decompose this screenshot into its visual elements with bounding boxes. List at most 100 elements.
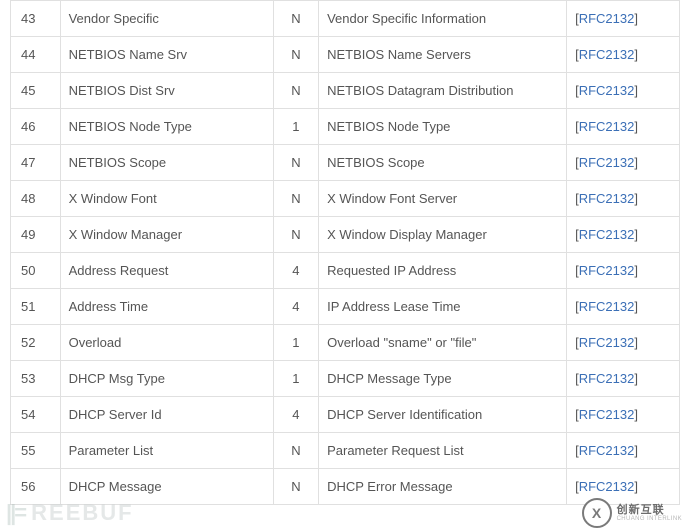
table-row: 49X Window ManagerNX Window Display Mana… <box>11 217 680 253</box>
option-name: DHCP Message <box>60 469 273 505</box>
option-length: N <box>273 145 318 181</box>
option-name: Address Time <box>60 289 273 325</box>
table-row: 55Parameter ListNParameter Request List[… <box>11 433 680 469</box>
option-code: 51 <box>11 289 61 325</box>
table-row: 53DHCP Msg Type1DHCP Message Type[RFC213… <box>11 361 680 397</box>
option-code: 54 <box>11 397 61 433</box>
option-reference: [RFC2132] <box>567 73 680 109</box>
table-row: 47NETBIOS ScopeNNETBIOS Scope[RFC2132] <box>11 145 680 181</box>
option-code: 47 <box>11 145 61 181</box>
option-length: N <box>273 469 318 505</box>
option-code: 43 <box>11 1 61 37</box>
table-row: 48X Window FontNX Window Font Server[RFC… <box>11 181 680 217</box>
option-name: Overload <box>60 325 273 361</box>
option-code: 48 <box>11 181 61 217</box>
option-reference: [RFC2132] <box>567 253 680 289</box>
option-length: N <box>273 217 318 253</box>
table-row: 51Address Time4IP Address Lease Time[RFC… <box>11 289 680 325</box>
option-code: 46 <box>11 109 61 145</box>
option-meaning: IP Address Lease Time <box>319 289 567 325</box>
option-meaning: Overload "sname" or "file" <box>319 325 567 361</box>
table-row: 43Vendor SpecificNVendor Specific Inform… <box>11 1 680 37</box>
option-reference: [RFC2132] <box>567 325 680 361</box>
option-meaning: DHCP Error Message <box>319 469 567 505</box>
option-name: DHCP Server Id <box>60 397 273 433</box>
table-row: 50Address Request4Requested IP Address[R… <box>11 253 680 289</box>
option-name: X Window Font <box>60 181 273 217</box>
rfc-link[interactable]: RFC2132 <box>579 407 635 422</box>
option-reference: [RFC2132] <box>567 433 680 469</box>
rfc-link[interactable]: RFC2132 <box>579 47 635 62</box>
option-meaning: NETBIOS Node Type <box>319 109 567 145</box>
option-meaning: Parameter Request List <box>319 433 567 469</box>
option-code: 55 <box>11 433 61 469</box>
option-meaning: DHCP Server Identification <box>319 397 567 433</box>
table-row: 46NETBIOS Node Type1NETBIOS Node Type[RF… <box>11 109 680 145</box>
option-length: 4 <box>273 253 318 289</box>
option-meaning: Requested IP Address <box>319 253 567 289</box>
option-reference: [RFC2132] <box>567 37 680 73</box>
option-reference: [RFC2132] <box>567 361 680 397</box>
option-code: 53 <box>11 361 61 397</box>
option-meaning: NETBIOS Scope <box>319 145 567 181</box>
rfc-link[interactable]: RFC2132 <box>579 263 635 278</box>
option-length: N <box>273 73 318 109</box>
logo-text-zh: 创新互联 <box>617 505 682 516</box>
table-row: 56DHCP MessageNDHCP Error Message[RFC213… <box>11 469 680 505</box>
rfc-link[interactable]: RFC2132 <box>579 155 635 170</box>
option-code: 45 <box>11 73 61 109</box>
rfc-link[interactable]: RFC2132 <box>579 479 635 494</box>
rfc-link[interactable]: RFC2132 <box>579 227 635 242</box>
option-meaning: Vendor Specific Information <box>319 1 567 37</box>
option-meaning: X Window Display Manager <box>319 217 567 253</box>
rfc-link[interactable]: RFC2132 <box>579 11 635 26</box>
option-code: 52 <box>11 325 61 361</box>
option-name: DHCP Msg Type <box>60 361 273 397</box>
option-reference: [RFC2132] <box>567 145 680 181</box>
option-reference: [RFC2132] <box>567 397 680 433</box>
option-name: NETBIOS Scope <box>60 145 273 181</box>
option-length: N <box>273 433 318 469</box>
option-reference: [RFC2132] <box>567 181 680 217</box>
rfc-link[interactable]: RFC2132 <box>579 119 635 134</box>
rfc-link[interactable]: RFC2132 <box>579 299 635 314</box>
option-code: 50 <box>11 253 61 289</box>
option-code: 49 <box>11 217 61 253</box>
option-reference: [RFC2132] <box>567 1 680 37</box>
logo-text-en: CHUANG INTERLINK <box>617 516 682 522</box>
option-reference: [RFC2132] <box>567 469 680 505</box>
table-row: 52Overload1Overload "sname" or "file"[RF… <box>11 325 680 361</box>
rfc-link[interactable]: RFC2132 <box>579 371 635 386</box>
option-name: NETBIOS Node Type <box>60 109 273 145</box>
option-name: NETBIOS Name Srv <box>60 37 273 73</box>
option-name: Address Request <box>60 253 273 289</box>
rfc-link[interactable]: RFC2132 <box>579 335 635 350</box>
option-meaning: NETBIOS Datagram Distribution <box>319 73 567 109</box>
rfc-link[interactable]: RFC2132 <box>579 443 635 458</box>
rfc-link[interactable]: RFC2132 <box>579 83 635 98</box>
option-length: 1 <box>273 109 318 145</box>
option-name: X Window Manager <box>60 217 273 253</box>
option-meaning: DHCP Message Type <box>319 361 567 397</box>
option-reference: [RFC2132] <box>567 217 680 253</box>
option-meaning: NETBIOS Name Servers <box>319 37 567 73</box>
option-length: 1 <box>273 325 318 361</box>
option-name: Parameter List <box>60 433 273 469</box>
rfc-link[interactable]: RFC2132 <box>579 191 635 206</box>
option-name: NETBIOS Dist Srv <box>60 73 273 109</box>
table-row: 54DHCP Server Id4DHCP Server Identificat… <box>11 397 680 433</box>
option-meaning: X Window Font Server <box>319 181 567 217</box>
option-reference: [RFC2132] <box>567 109 680 145</box>
option-code: 56 <box>11 469 61 505</box>
option-length: 4 <box>273 397 318 433</box>
option-reference: [RFC2132] <box>567 289 680 325</box>
option-length: N <box>273 181 318 217</box>
dhcp-options-table: 43Vendor SpecificNVendor Specific Inform… <box>10 0 680 505</box>
option-length: N <box>273 1 318 37</box>
option-name: Vendor Specific <box>60 1 273 37</box>
option-length: N <box>273 37 318 73</box>
table-row: 45NETBIOS Dist SrvNNETBIOS Datagram Dist… <box>11 73 680 109</box>
option-code: 44 <box>11 37 61 73</box>
option-length: 4 <box>273 289 318 325</box>
option-length: 1 <box>273 361 318 397</box>
